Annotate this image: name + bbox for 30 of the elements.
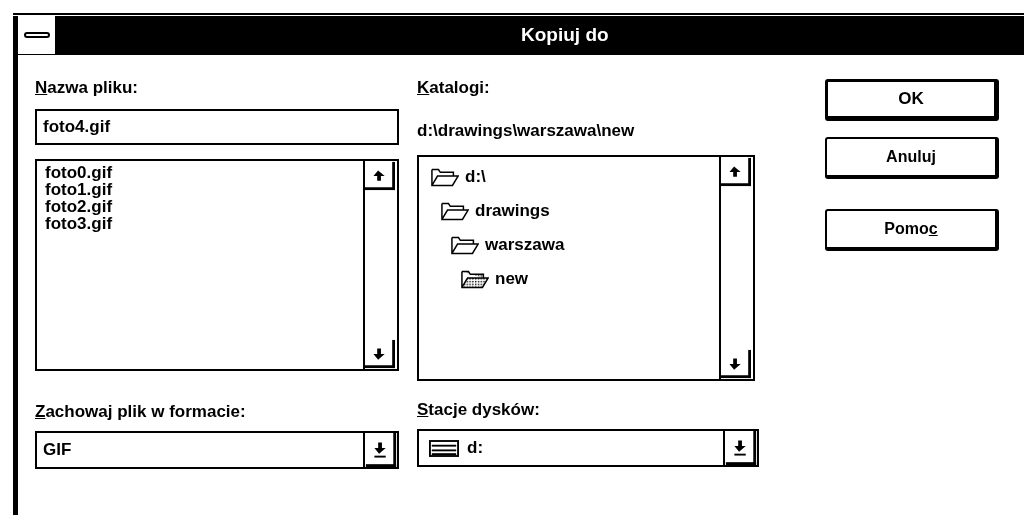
- file-item[interactable]: foto0.gif: [45, 164, 363, 181]
- window-title: Kopiuj do: [521, 24, 609, 46]
- dropdown-arrow-icon[interactable]: [723, 431, 757, 465]
- scroll-down-icon[interactable]: [365, 339, 395, 369]
- format-dropdown[interactable]: GIF: [35, 431, 399, 469]
- dialog-button[interactable]: OK: [825, 79, 999, 121]
- drive-icon: [429, 439, 459, 457]
- scroll-down-icon[interactable]: [721, 349, 751, 379]
- file-item[interactable]: foto2.gif: [45, 198, 363, 215]
- current-path: d:\drawings\warszawa\new: [417, 121, 636, 141]
- scrollbar[interactable]: [719, 157, 753, 379]
- file-name-label: Nazwa pliku:: [35, 77, 139, 99]
- file-item[interactable]: foto1.gif: [45, 181, 363, 198]
- system-menu-button[interactable]: [18, 16, 58, 54]
- directory-item[interactable]: warszawa: [431, 228, 719, 262]
- file-item[interactable]: foto3.gif: [45, 215, 363, 232]
- format-label: Zachowaj plik w formacie:: [35, 401, 247, 423]
- dialog-button[interactable]: Anuluj: [825, 137, 999, 179]
- dialog-button[interactable]: Pomoc: [825, 209, 999, 251]
- scroll-up-icon[interactable]: [721, 157, 751, 187]
- scrollbar[interactable]: [363, 161, 397, 369]
- scroll-up-icon[interactable]: [365, 161, 395, 191]
- directories-label: Katalogi:: [417, 77, 491, 99]
- drives-label: Stacje dysków:: [417, 399, 541, 421]
- dropdown-arrow-icon[interactable]: [363, 433, 397, 467]
- drive-dropdown[interactable]: d:: [417, 429, 759, 467]
- directory-item[interactable]: new: [431, 262, 719, 296]
- directory-item[interactable]: d:\: [431, 160, 719, 194]
- file-name-field[interactable]: foto4.gif: [35, 109, 399, 145]
- directory-item[interactable]: drawings: [431, 194, 719, 228]
